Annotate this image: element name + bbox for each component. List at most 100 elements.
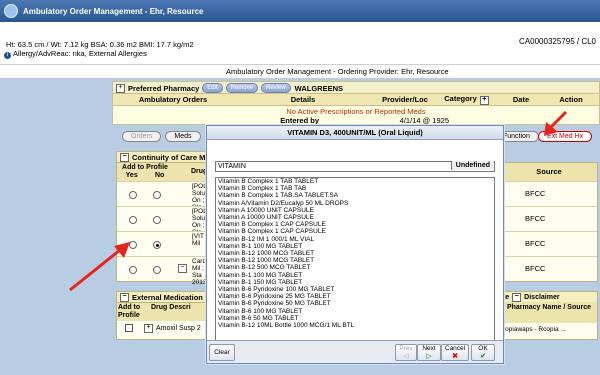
add-checkbox[interactable] bbox=[125, 324, 133, 332]
expand-icon[interactable]: + bbox=[144, 323, 153, 333]
external-med-row: + Amoxil Susp 2 bbox=[117, 321, 213, 335]
remove-pharmacy-button[interactable]: Remove bbox=[225, 83, 258, 93]
continuity-table-header: Add to Profile Yes No Drug bbox=[117, 163, 213, 181]
info-icon[interactable]: i bbox=[4, 52, 11, 59]
empty-orders-message: No Active Prescriptions or Reported Meds bbox=[286, 107, 426, 116]
undefined-button[interactable]: Undefined bbox=[450, 161, 494, 170]
annotation-arrow-right bbox=[544, 110, 568, 136]
dialog-footer: Clear Prev ◁ Next ▷ Cancel ✖ OK ✔ bbox=[207, 340, 503, 363]
no-radio[interactable] bbox=[153, 191, 161, 199]
external-medication-table: Add to Profile Drug Descri + Amoxil Susp… bbox=[116, 302, 214, 340]
drug-search-box: Undefined bbox=[215, 161, 495, 172]
arrow-right-icon: ▷ bbox=[426, 353, 432, 360]
list-item[interactable]: Vitamin B-6 Pyridoxine 50 MG TABLET bbox=[216, 300, 494, 307]
list-item[interactable]: Vitamin B-12 IM 1 000/1 ML VIAL bbox=[216, 236, 494, 243]
ok-button[interactable]: OK ✔ bbox=[471, 344, 495, 361]
ordering-provider: Ambulatory Order Management - Ordering P… bbox=[226, 67, 449, 76]
patient-mrn: CA0000325795 / CL0 bbox=[519, 37, 596, 46]
external-top-row: ite − Disclaimer bbox=[501, 292, 597, 302]
list-item[interactable]: Vitamin B Complex 1 TAB TABLET bbox=[216, 178, 494, 185]
meds-button[interactable]: Meds bbox=[165, 131, 201, 142]
continuity-source-column: Source BFCC BFCC BFCC BFCC bbox=[500, 162, 598, 282]
dialog-title: VITAMIN D3, 400UNIT/ML (Oral Liquid) bbox=[207, 126, 503, 140]
next-button[interactable]: Next ▷ bbox=[417, 344, 441, 361]
list-item[interactable]: Vitamin B Complex 1 CAP CAPSULE bbox=[216, 228, 494, 235]
col-provider-loc: Provider/Loc bbox=[382, 95, 428, 104]
list-item[interactable]: Vitamin B-12 1000 MCG TABLET bbox=[216, 250, 494, 257]
no-radio[interactable] bbox=[153, 266, 161, 274]
drug-results-list[interactable]: Vitamin B Complex 1 TAB TABLET Vitamin B… bbox=[215, 177, 495, 356]
list-item[interactable]: Vitamin B-6 Pyridoxine 25 MG TABLET bbox=[216, 293, 494, 300]
list-item[interactable]: Vitamin A/Vitamin D2/Eucalyp 50 ML DROPS bbox=[216, 200, 494, 207]
col-ambulatory-orders: Ambulatory Orders bbox=[138, 95, 208, 104]
continuity-row: [POL Solut 1 On ; Sta bbox=[117, 206, 213, 236]
list-item[interactable]: Vitamin B-6 100 MG TABLET bbox=[216, 308, 494, 315]
yes-label: Yes bbox=[125, 172, 138, 179]
col-add-to-profile: Add to Profile Yes No bbox=[117, 163, 173, 181]
list-item[interactable]: Vitamin B Complex 1 TAB.SA TABLET.SA bbox=[216, 192, 494, 199]
list-item[interactable]: Vitamin B-1 100 MG TABLET bbox=[216, 272, 494, 279]
collapse-icon[interactable]: − bbox=[120, 152, 129, 162]
orders-table-header: Ambulatory Orders Details Provider/Loc C… bbox=[113, 94, 599, 106]
expand-icon[interactable]: + bbox=[116, 83, 125, 93]
col-category: Category + bbox=[437, 94, 499, 105]
drug-search-dialog: VITAMIN D3, 400UNIT/ML (Oral Liquid) Und… bbox=[206, 125, 504, 364]
cancel-label: Cancel bbox=[444, 345, 466, 352]
col-source: Source bbox=[501, 163, 597, 181]
entered-date: 4/1/14 @ 1925 bbox=[399, 116, 449, 125]
list-item[interactable]: Vitamin A 10000 UNIT CAPSULE bbox=[216, 214, 494, 221]
red-x-icon: ✖ bbox=[452, 353, 458, 360]
yes-radio[interactable] bbox=[129, 191, 137, 199]
continuity-title: Continuity of Care M bbox=[132, 152, 206, 162]
cancel-button[interactable]: Cancel ✖ bbox=[441, 344, 469, 361]
list-item[interactable]: Vitamin B-1 100 MG TABLET bbox=[216, 243, 494, 250]
col-details: Details bbox=[290, 95, 316, 104]
review-pharmacy-button[interactable]: Review bbox=[260, 83, 291, 93]
clear-button[interactable]: Clear bbox=[209, 344, 235, 361]
drug-search-input[interactable] bbox=[218, 162, 438, 171]
row-collapse-icon[interactable]: − bbox=[178, 264, 187, 273]
source-cell: BFCC bbox=[501, 181, 597, 206]
patient-vitals: Ht: 63.5 cm / Wt: 7.12 kg BSA: 0.36 m2 B… bbox=[6, 40, 194, 49]
list-item[interactable]: Vitamin B-1 150 MG TABLET bbox=[216, 279, 494, 286]
no-radio-selected[interactable] bbox=[153, 241, 161, 249]
col-action: Action bbox=[559, 95, 583, 104]
col-pharmacy-name-source: Pharmacy Name / Source bbox=[501, 302, 597, 323]
edit-pharmacy-button[interactable]: Edit bbox=[202, 83, 223, 93]
preferred-pharmacy-label: Preferred Pharmacy bbox=[128, 83, 200, 93]
annotation-arrow-left bbox=[69, 242, 130, 292]
continuity-row: [POL Solut 1 On ; Sta bbox=[117, 181, 213, 211]
window-title: Ambulatory Order Management - Ehr, Resou… bbox=[23, 6, 204, 16]
col-drug-description: Drug Descri bbox=[151, 304, 191, 311]
external-medication-title: External Medication bbox=[132, 292, 203, 302]
list-item[interactable]: Vitamin B-12 500 MCG TABLET bbox=[216, 264, 494, 271]
list-item[interactable]: Vitamin B Complex 1 CAP CAPSULE bbox=[216, 221, 494, 228]
list-item[interactable]: Vitamin B-12 1000 MCG TABLET bbox=[216, 257, 494, 264]
orders-button[interactable]: Orders bbox=[122, 131, 162, 142]
list-item[interactable]: Vitamin B-6 50 MG TABLET bbox=[216, 315, 494, 322]
yes-no-labels: Yes No bbox=[117, 172, 173, 180]
prev-label: Prev bbox=[399, 345, 413, 352]
next-label: Next bbox=[422, 345, 436, 352]
app-icon bbox=[4, 4, 18, 18]
patient-allergies[interactable]: i Allergy/AdvReac: nka, External Allergie… bbox=[4, 49, 147, 59]
no-radio[interactable] bbox=[153, 216, 161, 224]
prev-button[interactable]: Prev ◁ bbox=[395, 344, 417, 361]
collapse-icon[interactable]: − bbox=[512, 292, 522, 302]
category-filter-icon[interactable]: + bbox=[479, 96, 489, 105]
source-cell: BFCC bbox=[501, 256, 597, 281]
list-item[interactable]: Vitamin B Complex 1 TAB TAB bbox=[216, 185, 494, 192]
list-item[interactable]: Vitamin B-12 10ML Bottle 1000 MCG/1 ML B… bbox=[216, 322, 494, 329]
external-med-drug: Amoxil Susp 2 bbox=[156, 324, 201, 332]
ambulatory-orders-table: Ambulatory Orders Details Provider/Loc C… bbox=[112, 93, 600, 125]
provider-bar: Ambulatory Order Management - Ordering P… bbox=[0, 64, 600, 79]
disclaimer-link[interactable]: Disclaimer bbox=[524, 294, 559, 301]
window-titlebar: Ambulatory Order Management - Ehr, Resou… bbox=[0, 0, 600, 22]
yes-radio[interactable] bbox=[129, 216, 137, 224]
external-medication-source-panel: ite − Disclaimer Pharmacy Name / Source … bbox=[500, 291, 598, 340]
patient-banner: Ht: 63.5 cm / Wt: 7.12 kg BSA: 0.36 m2 B… bbox=[0, 26, 600, 64]
checkmark-icon: ✔ bbox=[480, 353, 486, 360]
list-item[interactable]: Vitamin A 10000 UNIT CAPSULE bbox=[216, 207, 494, 214]
list-item[interactable]: Vitamin B-6 Pyridoxine 100 MG TABLET bbox=[216, 286, 494, 293]
col-drug: Drug bbox=[191, 168, 208, 175]
